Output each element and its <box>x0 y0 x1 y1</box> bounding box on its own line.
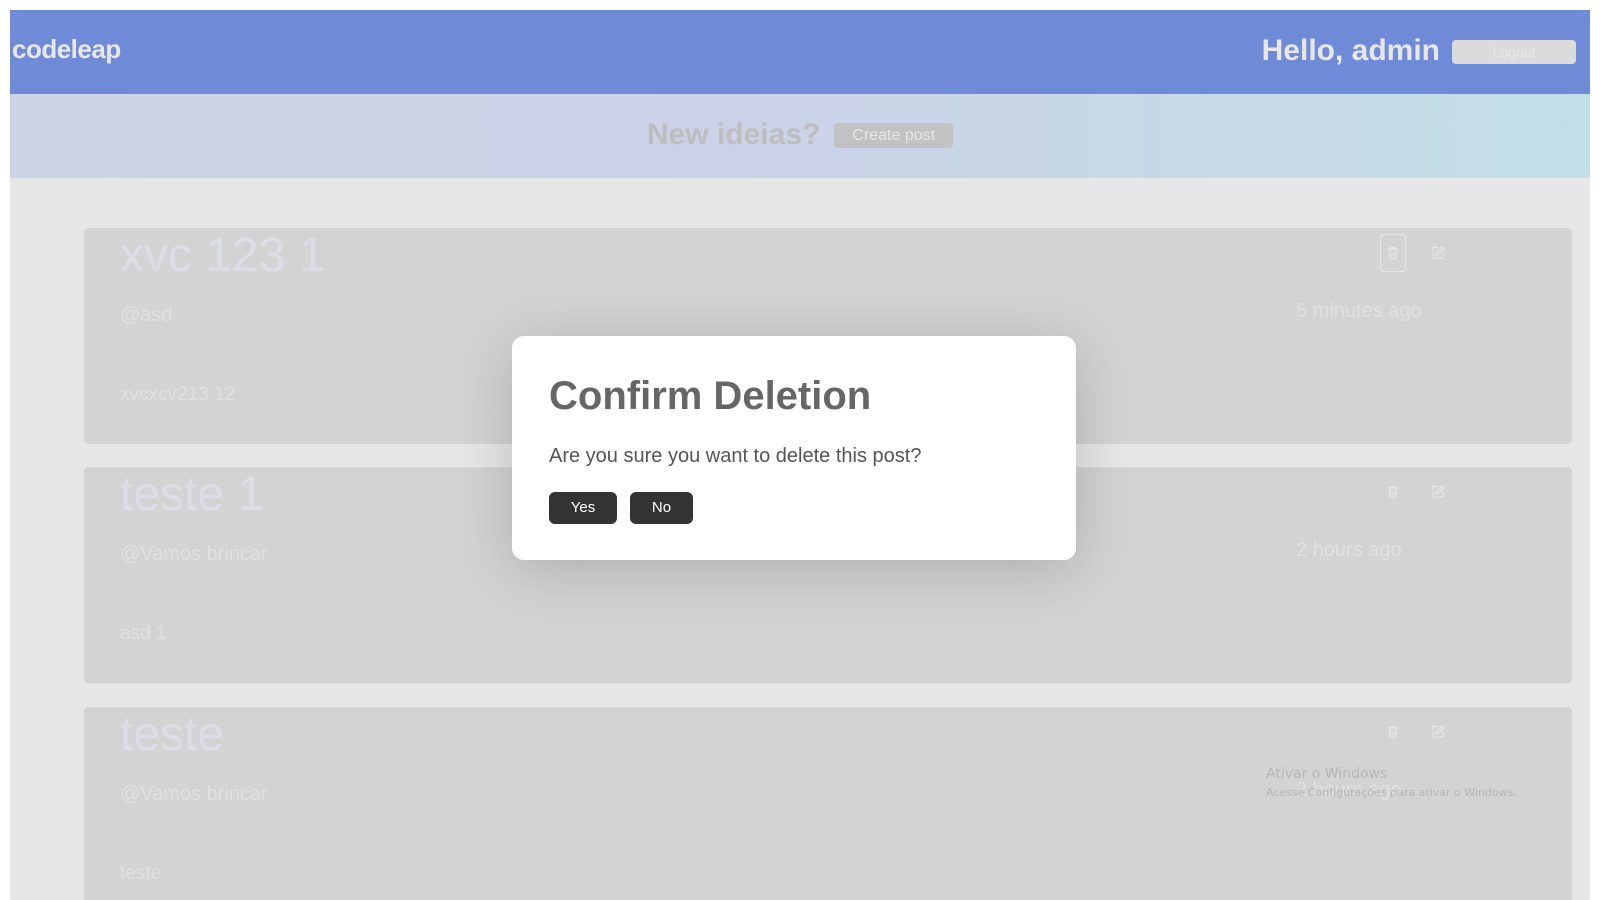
watermark-title: Ativar o Windows <box>1266 766 1388 782</box>
dialog-message: Are you sure you want to delete this pos… <box>549 445 922 467</box>
no-button[interactable]: No <box>630 492 693 524</box>
watermark-subtitle: Acesse Configurações para ativar o Windo… <box>1266 786 1517 799</box>
dialog-actions: Yes No <box>549 492 693 524</box>
yes-button[interactable]: Yes <box>549 492 617 524</box>
confirm-deletion-dialog: Confirm Deletion Are you sure you want t… <box>512 336 1076 560</box>
windows-activation-watermark: Ativar o Windows Acesse Configurações pa… <box>1266 766 1517 799</box>
dialog-title: Confirm Deletion <box>549 374 872 418</box>
